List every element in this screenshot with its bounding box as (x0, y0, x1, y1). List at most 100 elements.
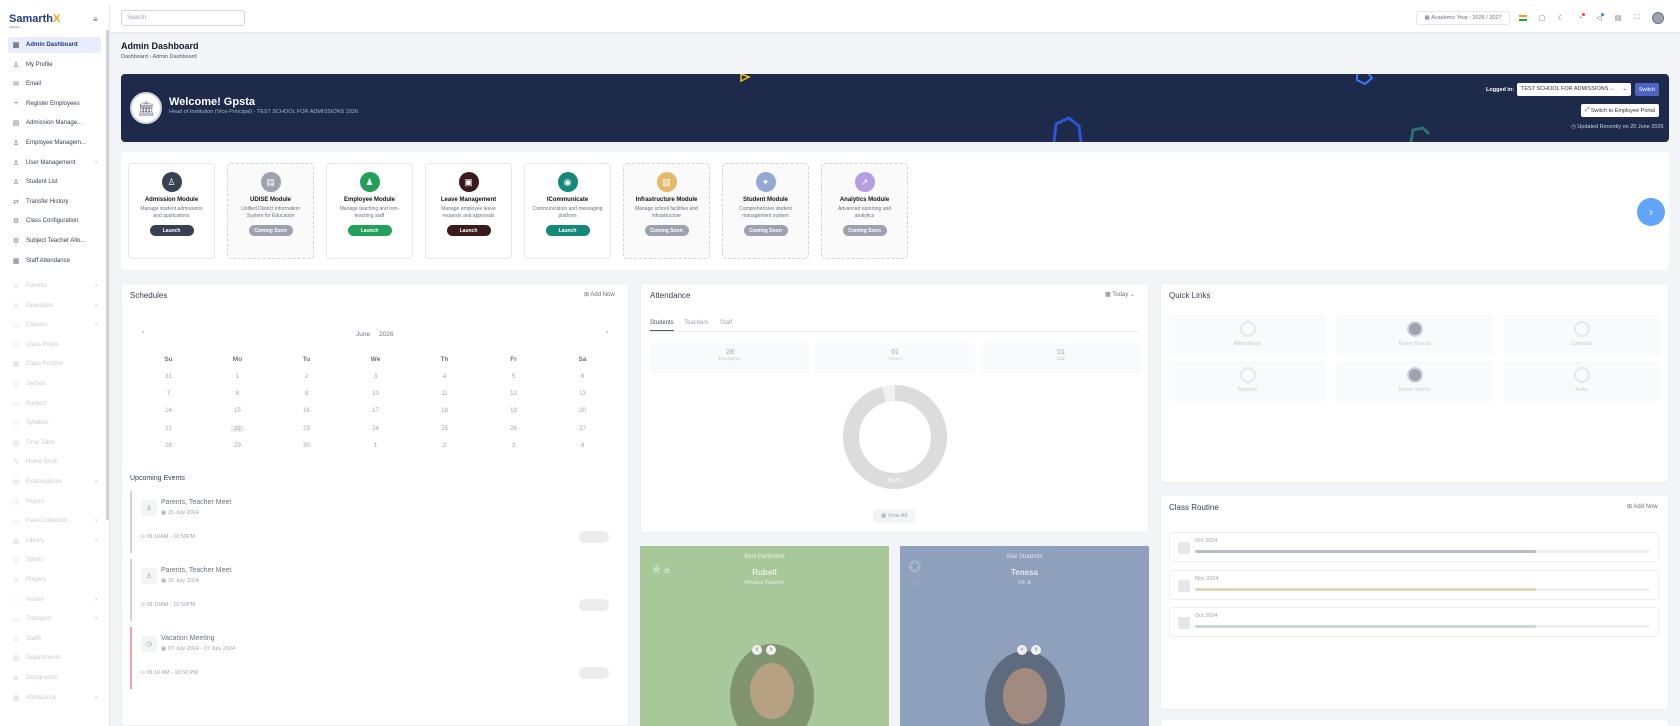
calendar-day[interactable]: 9 (272, 391, 341, 397)
sidebar-item-employee-managem[interactable]: ♙ Employee Managem... (8, 135, 101, 151)
event-status-pill[interactable] (579, 599, 609, 611)
student-prev-icon[interactable]: ‹ (1017, 645, 1027, 655)
calendar-year[interactable]: 2026 (379, 331, 393, 338)
sidebar-item-student-list[interactable]: ♙ Student List (8, 174, 101, 190)
routine-checkbox[interactable] (1178, 579, 1190, 592)
view-all-button[interactable]: ▦ View All (873, 509, 915, 523)
coming-soon-button[interactable]: Coming Soon (644, 225, 689, 236)
event-status-pill[interactable] (579, 667, 609, 679)
calendar-day[interactable]: 27 (548, 426, 617, 432)
sidebar-item-syllabus[interactable]: ▭ Syllabus (8, 415, 101, 431)
sidebar-item-admin-dashboard[interactable]: ▦ Admin Dashboard (8, 37, 101, 53)
sidebar-item-sports[interactable]: ◎ Sports (8, 552, 101, 568)
calendar-day[interactable]: 21 (134, 426, 203, 432)
sidebar-item-class-room[interactable]: ▢ Class Room (8, 337, 101, 353)
sidebar-item-staffs[interactable]: ♙ Staffs (8, 631, 101, 647)
calendar-day[interactable]: 31 (134, 374, 203, 380)
notification-icon[interactable]: ◔ (1573, 11, 1587, 25)
quick-link-home-works[interactable]: Home Works (1336, 361, 1493, 401)
avatar[interactable] (1652, 12, 1664, 24)
calendar-day[interactable]: 23 (272, 426, 341, 432)
calendar-day[interactable]: 4 (410, 374, 479, 380)
quick-link-reports[interactable]: Reports (1169, 361, 1326, 401)
sidebar-item-email[interactable]: ✉ Email (8, 76, 101, 92)
tab-staff[interactable]: Staff (720, 320, 732, 326)
sidebar-item-classes[interactable]: ▭ Classes › (8, 317, 101, 333)
academic-year-selector[interactable]: ▦ Academic Year : 2026 / 2027 (1416, 11, 1510, 25)
sidebar-item-subject-teacher-allo[interactable]: ⚙ Subject Teacher Allo... (8, 233, 101, 249)
sidebar-item-players[interactable]: ♙ Players (8, 572, 101, 588)
calendar-day[interactable]: 17 (341, 408, 410, 414)
event-status-pill[interactable] (579, 531, 609, 543)
calendar-day[interactable]: 11 (410, 391, 479, 397)
calendar-day[interactable]: 7 (134, 391, 203, 397)
routine-item[interactable]: Oct 2024 (1169, 607, 1659, 637)
tab-teachers[interactable]: Teachers (684, 320, 708, 326)
language-flag-icon[interactable] (1516, 11, 1530, 25)
calendar-day[interactable]: 28 (134, 443, 203, 449)
sidebar-item-departments[interactable]: ▥ Departments (8, 650, 101, 666)
quick-link-calendar[interactable]: Calendar (1503, 315, 1660, 355)
add-routine-button[interactable]: ⊞ Add Now (1627, 503, 1658, 510)
chart-icon[interactable]: ▤ (1611, 11, 1625, 25)
launch-button[interactable]: Launch (446, 225, 491, 236)
calendar-day[interactable]: 19 (479, 408, 548, 414)
routine-item[interactable]: Oct 2024 (1169, 532, 1659, 562)
sidebar-item-section[interactable]: ◎ Section (8, 376, 101, 392)
calendar-day[interactable]: 26 (479, 426, 548, 432)
moon-icon[interactable]: ☾ (1554, 11, 1568, 25)
quick-link-exam-result[interactable]: Exam Result (1336, 315, 1493, 355)
prev-month-icon[interactable]: ‹ (142, 330, 144, 336)
calendar-day[interactable]: 12 (479, 391, 548, 397)
sidebar-item-class-configuration[interactable]: ⚙ Class Configuration (8, 213, 101, 229)
routine-item[interactable]: Nov 2024 (1169, 569, 1659, 600)
attendance-filter-select[interactable]: ▦ Today ⌄ (1105, 291, 1135, 298)
calendar-day[interactable]: 30 (272, 443, 341, 449)
sidebar-item-examinations[interactable]: ▤ Examinations › (8, 474, 101, 490)
school-select[interactable]: TEST SCHOOL FOR ADMISSIONS ... ⌄ (1517, 83, 1631, 96)
sidebar-item-register-employees[interactable]: + Register Employees (8, 96, 101, 112)
sidebar-item-attendance[interactable]: ▦ Attendance › (8, 690, 101, 706)
calendar-day[interactable]: 20 (548, 408, 617, 414)
calendar-day[interactable]: 22 (203, 425, 272, 432)
switch-button[interactable]: Switch (1635, 83, 1659, 96)
routine-checkbox[interactable] (1178, 617, 1190, 629)
event-item[interactable]: ◷ Vacation Meeting ▦ 07 July 2024 - 07 J… (130, 627, 613, 689)
calendar-day[interactable]: 5 (479, 374, 548, 380)
student-next-icon[interactable]: › (1031, 645, 1041, 655)
menu-collapse-icon[interactable]: ≡ (93, 15, 98, 24)
breadcrumb-dashboard[interactable]: Dashboard (121, 54, 148, 60)
fullscreen-icon[interactable]: ⛶ (1630, 11, 1644, 25)
quick-link-attendance[interactable]: Attendance (1169, 315, 1326, 355)
sidebar-item-transfer-history[interactable]: ⇄ Transfer History (8, 194, 101, 210)
sidebar-item-guardians[interactable]: ♙ Guardians › (8, 298, 101, 314)
sidebar-item-hostel[interactable]: ⌂ Hostel › (8, 592, 101, 608)
launch-button[interactable]: Launch (149, 225, 194, 236)
app-logo[interactable]: SamarthX (9, 13, 60, 25)
calendar-day[interactable]: 25 (410, 426, 479, 432)
calendar-day[interactable]: 29 (203, 443, 272, 449)
launch-button[interactable]: Launch (545, 225, 590, 236)
sidebar-item-designation[interactable]: ◈ Designation (8, 670, 101, 686)
next-month-icon[interactable]: › (606, 330, 608, 336)
calendar-day[interactable]: 3 (341, 374, 410, 380)
sidebar-item-my-profile[interactable]: ♙ My Profile (8, 57, 101, 73)
next-arrow-button[interactable]: › (1637, 198, 1665, 226)
calendar-month[interactable]: June (356, 331, 370, 338)
calendar-day[interactable]: 13 (548, 391, 617, 397)
search-input[interactable]: Search (121, 10, 245, 26)
tab-students[interactable]: Students (650, 320, 674, 331)
calendar-day[interactable]: 4 (548, 443, 617, 449)
calendar-day[interactable]: 3 (479, 443, 548, 449)
calendar-day[interactable]: 1 (203, 374, 272, 380)
coming-soon-button[interactable]: Coming Soon (842, 225, 887, 236)
sidebar-item-user-management[interactable]: ♙ User Management › (8, 155, 101, 171)
calendar-day[interactable]: 18 (410, 408, 479, 414)
sidebar-item-fees-collection[interactable]: ▭ Fees Collection › (8, 513, 101, 529)
employee-portal-button[interactable]: ⤢ Switch to Employee Portal (1581, 104, 1659, 117)
launch-button[interactable]: Launch (347, 225, 392, 236)
sidebar-item-transport[interactable]: ▭ Transport › (8, 611, 101, 627)
calendar-day[interactable]: 1 (341, 443, 410, 449)
add-schedule-button[interactable]: ⊞ Add Now (584, 291, 615, 298)
calendar-day[interactable]: 14 (134, 408, 203, 414)
